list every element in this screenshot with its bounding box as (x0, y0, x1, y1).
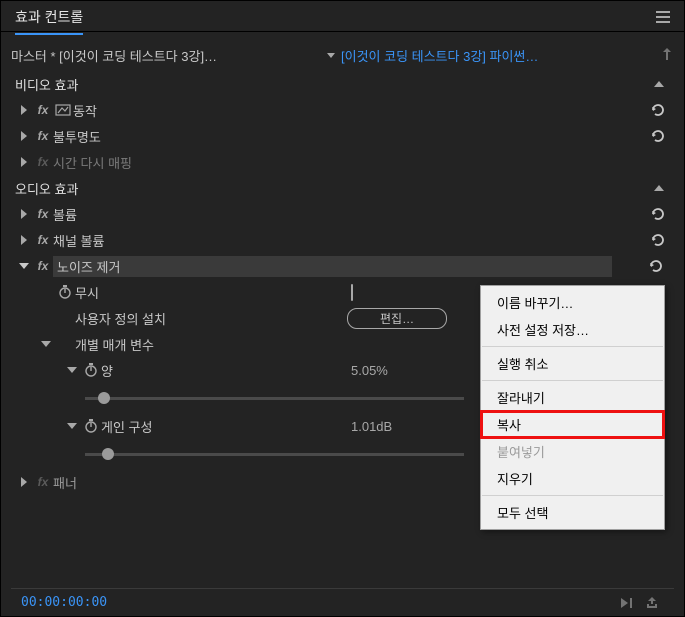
menu-copy[interactable]: 복사 (481, 411, 664, 438)
reset-icon[interactable] (644, 233, 674, 247)
effect-label: 불투명도 (53, 127, 101, 146)
chevron-right-icon[interactable] (15, 157, 33, 167)
chevron-right-icon[interactable] (15, 477, 33, 487)
stopwatch-icon[interactable] (81, 363, 101, 377)
param-label: 양 (101, 361, 113, 380)
fx-badge-icon[interactable]: fx (33, 259, 53, 273)
edit-button[interactable]: 편집… (347, 308, 447, 329)
gain-slider[interactable] (85, 453, 464, 456)
effect-label: 패너 (53, 473, 77, 492)
effect-volume[interactable]: fx 볼륨 (11, 201, 674, 227)
panel-menu-icon[interactable] (652, 7, 674, 27)
chevron-right-icon[interactable] (15, 235, 33, 245)
stopwatch-icon[interactable] (55, 285, 75, 299)
chevron-down-icon[interactable] (15, 262, 33, 270)
param-value[interactable]: 1.01dB (351, 419, 392, 434)
menu-separator (482, 380, 663, 381)
menu-save-preset[interactable]: 사전 설정 저장… (481, 316, 664, 343)
section-label: 오디오 효과 (15, 179, 78, 198)
chevron-down-icon[interactable] (63, 422, 81, 430)
fx-badge-icon[interactable]: fx (33, 155, 53, 169)
fx-badge-icon[interactable]: fx (33, 129, 53, 143)
effect-opacity[interactable]: fx 불투명도 (11, 123, 674, 149)
reset-icon[interactable] (642, 259, 672, 273)
panel-header: 효과 컨트롤 (1, 1, 684, 32)
slider-thumb-icon[interactable] (98, 392, 110, 404)
chevron-right-icon[interactable] (15, 105, 33, 115)
export-icon[interactable] (640, 596, 664, 610)
effect-label: 채널 볼륨 (53, 231, 104, 250)
clip-row: 마스터 * [이것이 코딩 테스트다 3강]… [이것이 코딩 테스트다 3강]… (11, 46, 674, 65)
master-clip-label[interactable]: 마스터 * [이것이 코딩 테스트다 3강]… (11, 46, 321, 65)
context-menu: 이름 바꾸기… 사전 설정 저장… 실행 취소 잘라내기 복사 붙여넣기 지우기… (480, 285, 665, 530)
chevron-down-icon[interactable] (37, 340, 55, 348)
chevron-down-icon[interactable] (63, 366, 81, 374)
bypass-checkbox[interactable] (351, 285, 353, 300)
effect-label: 볼륨 (53, 205, 77, 224)
effect-label: 동작 (73, 101, 97, 120)
param-label: 게인 구성 (101, 417, 152, 436)
param-label: 무시 (75, 283, 99, 302)
menu-separator (482, 346, 663, 347)
fx-badge-icon[interactable]: fx (33, 475, 53, 489)
effect-channel-volume[interactable]: fx 채널 볼륨 (11, 227, 674, 253)
playhead-pin-icon[interactable] (660, 48, 674, 63)
fx-badge-icon[interactable]: fx (33, 207, 53, 221)
menu-select-all[interactable]: 모두 선택 (481, 499, 664, 526)
fx-badge-icon[interactable]: fx (33, 103, 53, 117)
sequence-link[interactable]: [이것이 코딩 테스트다 3강] 파이썬… (341, 46, 660, 65)
effect-time-remap[interactable]: fx 시간 다시 매핑 (11, 149, 674, 175)
reset-icon[interactable] (644, 103, 674, 117)
amount-slider[interactable] (85, 397, 464, 400)
reset-icon[interactable] (644, 129, 674, 143)
play-only-icon[interactable] (616, 597, 640, 609)
menu-paste: 붙여넣기 (481, 438, 664, 465)
menu-rename[interactable]: 이름 바꾸기… (481, 289, 664, 316)
menu-separator (482, 495, 663, 496)
chevron-right-icon[interactable] (15, 209, 33, 219)
stopwatch-icon[interactable] (81, 419, 101, 433)
param-label: 사용자 정의 설치 (75, 309, 166, 328)
menu-cut[interactable]: 잘라내기 (481, 384, 664, 411)
audio-effects-header[interactable]: 오디오 효과 (11, 175, 674, 201)
video-effects-header[interactable]: 비디오 효과 (11, 71, 674, 97)
param-label: 개별 매개 변수 (75, 335, 154, 354)
timeline-bar: 00:00:00:00 (11, 588, 674, 616)
motion-icon (53, 104, 73, 116)
chevron-right-icon[interactable] (15, 131, 33, 141)
slider-thumb-icon[interactable] (102, 448, 114, 460)
effect-label: 시간 다시 매핑 (53, 153, 132, 172)
panel-title: 효과 컨트롤 (15, 7, 83, 27)
timecode[interactable]: 00:00:00:00 (21, 595, 616, 610)
param-value[interactable]: 5.05% (351, 363, 388, 378)
collapse-up-icon[interactable] (644, 81, 674, 87)
menu-undo[interactable]: 실행 취소 (481, 350, 664, 377)
effect-label-selected: 노이즈 제거 (53, 256, 612, 277)
reset-icon[interactable] (644, 207, 674, 221)
clip-dropdown-icon[interactable] (327, 53, 335, 58)
fx-badge-icon[interactable]: fx (33, 233, 53, 247)
effect-noise-reduction[interactable]: fx 노이즈 제거 (11, 253, 674, 279)
section-label: 비디오 효과 (15, 75, 78, 94)
collapse-up-icon[interactable] (644, 185, 674, 191)
menu-clear[interactable]: 지우기 (481, 465, 664, 492)
effect-motion[interactable]: fx 동작 (11, 97, 674, 123)
